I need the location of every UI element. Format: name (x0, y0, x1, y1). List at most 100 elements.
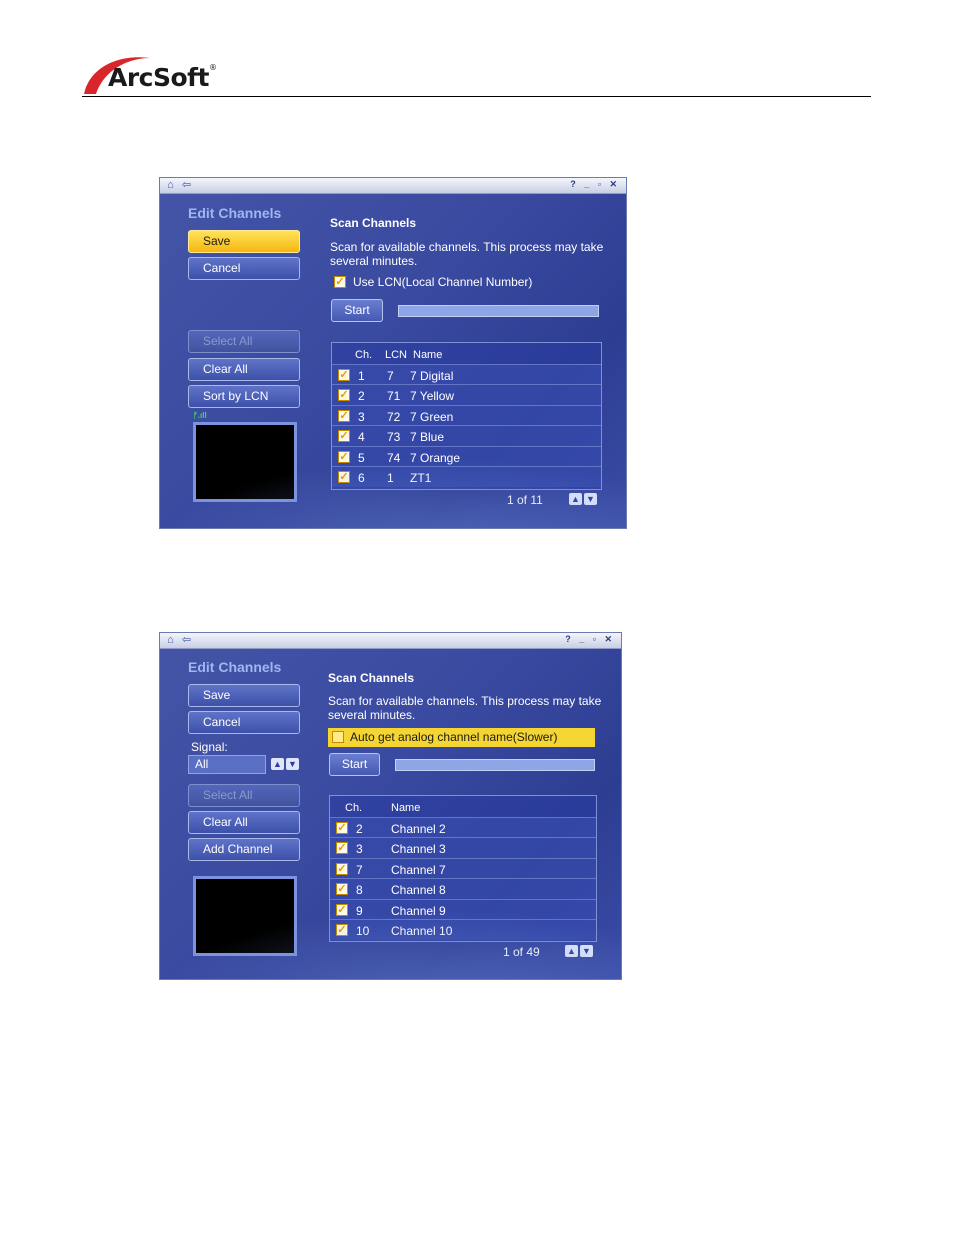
channel-number: 8 (356, 883, 363, 897)
channel-row[interactable]: ✓ 1 7 7 Digital (332, 364, 601, 385)
page-indicator: 1 of 11 (507, 493, 543, 507)
channel-checkbox[interactable]: ✓ (336, 863, 348, 875)
add-channel-button[interactable]: Add Channel (188, 838, 300, 861)
start-scan-button[interactable]: Start (329, 753, 380, 776)
column-header-ch: Ch. (345, 802, 363, 814)
window-controls[interactable]: ? _ ▫ ✕ (565, 634, 615, 645)
signal-select[interactable]: All (188, 755, 266, 774)
channel-number: 5 (358, 451, 365, 465)
channel-checkbox[interactable]: ✓ (336, 883, 348, 895)
channel-row[interactable]: ✓ 7 Channel 7 (330, 858, 596, 879)
edit-channels-window-analog: ⌂ ⇦ ? _ ▫ ✕ Edit Channels Save Cancel Si… (159, 632, 622, 980)
scan-progress-bar (398, 305, 599, 317)
channel-name: 7 Digital (410, 369, 454, 383)
sort-by-lcn-button[interactable]: Sort by LCN (188, 385, 300, 408)
logo-trademark: ® (209, 63, 217, 72)
channel-checkbox[interactable]: ✓ (338, 471, 350, 483)
home-icon[interactable]: ⌂ (164, 179, 177, 191)
back-icon[interactable]: ⇦ (180, 179, 193, 191)
select-all-button[interactable]: Select All (188, 784, 300, 807)
channel-name: ZT1 (410, 471, 432, 485)
page-arrows: ▲ ▼ (569, 493, 599, 506)
channel-row[interactable]: ✓ 3 72 7 Green (332, 405, 601, 426)
video-preview (193, 422, 297, 502)
channel-row[interactable]: ✓ 2 Channel 2 (330, 817, 596, 838)
scan-description: Scan for available channels. This proces… (330, 240, 604, 268)
window-titlebar: ⌂ ⇦ ? _ ▫ ✕ (160, 178, 626, 194)
save-button[interactable]: Save (188, 684, 300, 707)
page-arrows: ▲ ▼ (565, 945, 595, 958)
channel-name: 7 Orange (410, 451, 461, 465)
cancel-button[interactable]: Cancel (188, 711, 300, 734)
use-lcn-label: Use LCN(Local Channel Number) (353, 275, 533, 289)
scan-progress-bar (395, 759, 595, 771)
channel-name: 7 Green (410, 410, 454, 424)
channel-lcn: 74 (387, 451, 401, 465)
channel-row[interactable]: ✓ 5 74 7 Orange (332, 446, 601, 467)
header-rule (82, 96, 871, 97)
channel-name: Channel 7 (391, 863, 446, 877)
page-indicator: 1 of 49 (503, 945, 540, 959)
channel-name: Channel 10 (391, 924, 453, 938)
home-icon[interactable]: ⌂ (164, 634, 177, 646)
channel-checkbox[interactable]: ✓ (336, 842, 348, 854)
column-header-name: Name (413, 349, 443, 361)
channel-name: 7 Blue (410, 430, 445, 444)
auto-name-checkbox[interactable]: ✓ (332, 731, 344, 743)
start-scan-button[interactable]: Start (331, 299, 383, 322)
channel-name: Channel 3 (391, 842, 446, 856)
signal-strength-icon: ᚠ.ıll (193, 411, 207, 420)
page-up-icon[interactable]: ▲ (569, 493, 582, 505)
column-header-lcn: LCN (385, 349, 408, 361)
back-icon[interactable]: ⇦ (180, 634, 193, 646)
channel-number: 2 (358, 389, 365, 403)
channel-row[interactable]: ✓ 9 Channel 9 (330, 899, 596, 920)
auto-name-option[interactable]: ✓ Auto get analog channel name(Slower) (328, 728, 595, 747)
column-header-name: Name (391, 802, 421, 814)
cancel-button[interactable]: Cancel (188, 257, 300, 280)
channel-number: 3 (358, 410, 365, 424)
channel-row[interactable]: ✓ 4 73 7 Blue (332, 425, 601, 446)
video-preview (193, 876, 297, 956)
channel-checkbox[interactable]: ✓ (338, 430, 350, 442)
channel-checkbox[interactable]: ✓ (336, 904, 348, 916)
signal-up-icon[interactable]: ▲ (271, 758, 284, 770)
channel-name: 7 Yellow (410, 389, 455, 403)
channel-row[interactable]: ✓ 10 Channel 10 (330, 919, 596, 940)
clear-all-button[interactable]: Clear All (188, 811, 300, 834)
channel-checkbox[interactable]: ✓ (338, 451, 350, 463)
channel-checkbox[interactable]: ✓ (338, 369, 350, 381)
channel-lcn: 73 (387, 430, 401, 444)
scan-description: Scan for available channels. This proces… (328, 694, 602, 722)
channel-name: Channel 9 (391, 904, 446, 918)
use-lcn-checkbox[interactable]: ✓ (334, 276, 346, 288)
page-down-icon[interactable]: ▼ (580, 945, 593, 957)
window-controls[interactable]: ? _ ▫ ✕ (570, 179, 620, 190)
select-all-button[interactable]: Select All (188, 330, 300, 353)
signal-down-icon[interactable]: ▼ (286, 758, 299, 770)
channel-lcn: 1 (387, 471, 394, 485)
page-down-icon[interactable]: ▼ (584, 493, 597, 505)
channel-number: 3 (356, 842, 363, 856)
channel-checkbox[interactable]: ✓ (336, 822, 348, 834)
edit-channels-title: Edit Channels (188, 659, 282, 675)
clear-all-button[interactable]: Clear All (188, 358, 300, 381)
signal-label: Signal: (191, 740, 228, 754)
save-button[interactable]: Save (188, 230, 300, 253)
page-up-icon[interactable]: ▲ (565, 945, 578, 957)
channel-lcn: 72 (387, 410, 401, 424)
channel-lcn: 7 (387, 369, 394, 383)
channel-number: 1 (358, 369, 365, 383)
channel-checkbox[interactable]: ✓ (336, 924, 348, 936)
scan-channels-title: Scan Channels (328, 671, 415, 685)
channel-number: 9 (356, 904, 363, 918)
channel-row[interactable]: ✓ 8 Channel 8 (330, 878, 596, 899)
channel-row[interactable]: ✓ 3 Channel 3 (330, 837, 596, 858)
channel-checkbox[interactable]: ✓ (338, 410, 350, 422)
column-header-ch: Ch. (355, 349, 373, 361)
logo-wordmark: ArcSoft (108, 63, 210, 92)
channel-number: 4 (358, 430, 365, 444)
channel-row[interactable]: ✓ 6 1 ZT1 (332, 466, 601, 487)
channel-checkbox[interactable]: ✓ (338, 389, 350, 401)
channel-row[interactable]: ✓ 2 71 7 Yellow (332, 384, 601, 405)
